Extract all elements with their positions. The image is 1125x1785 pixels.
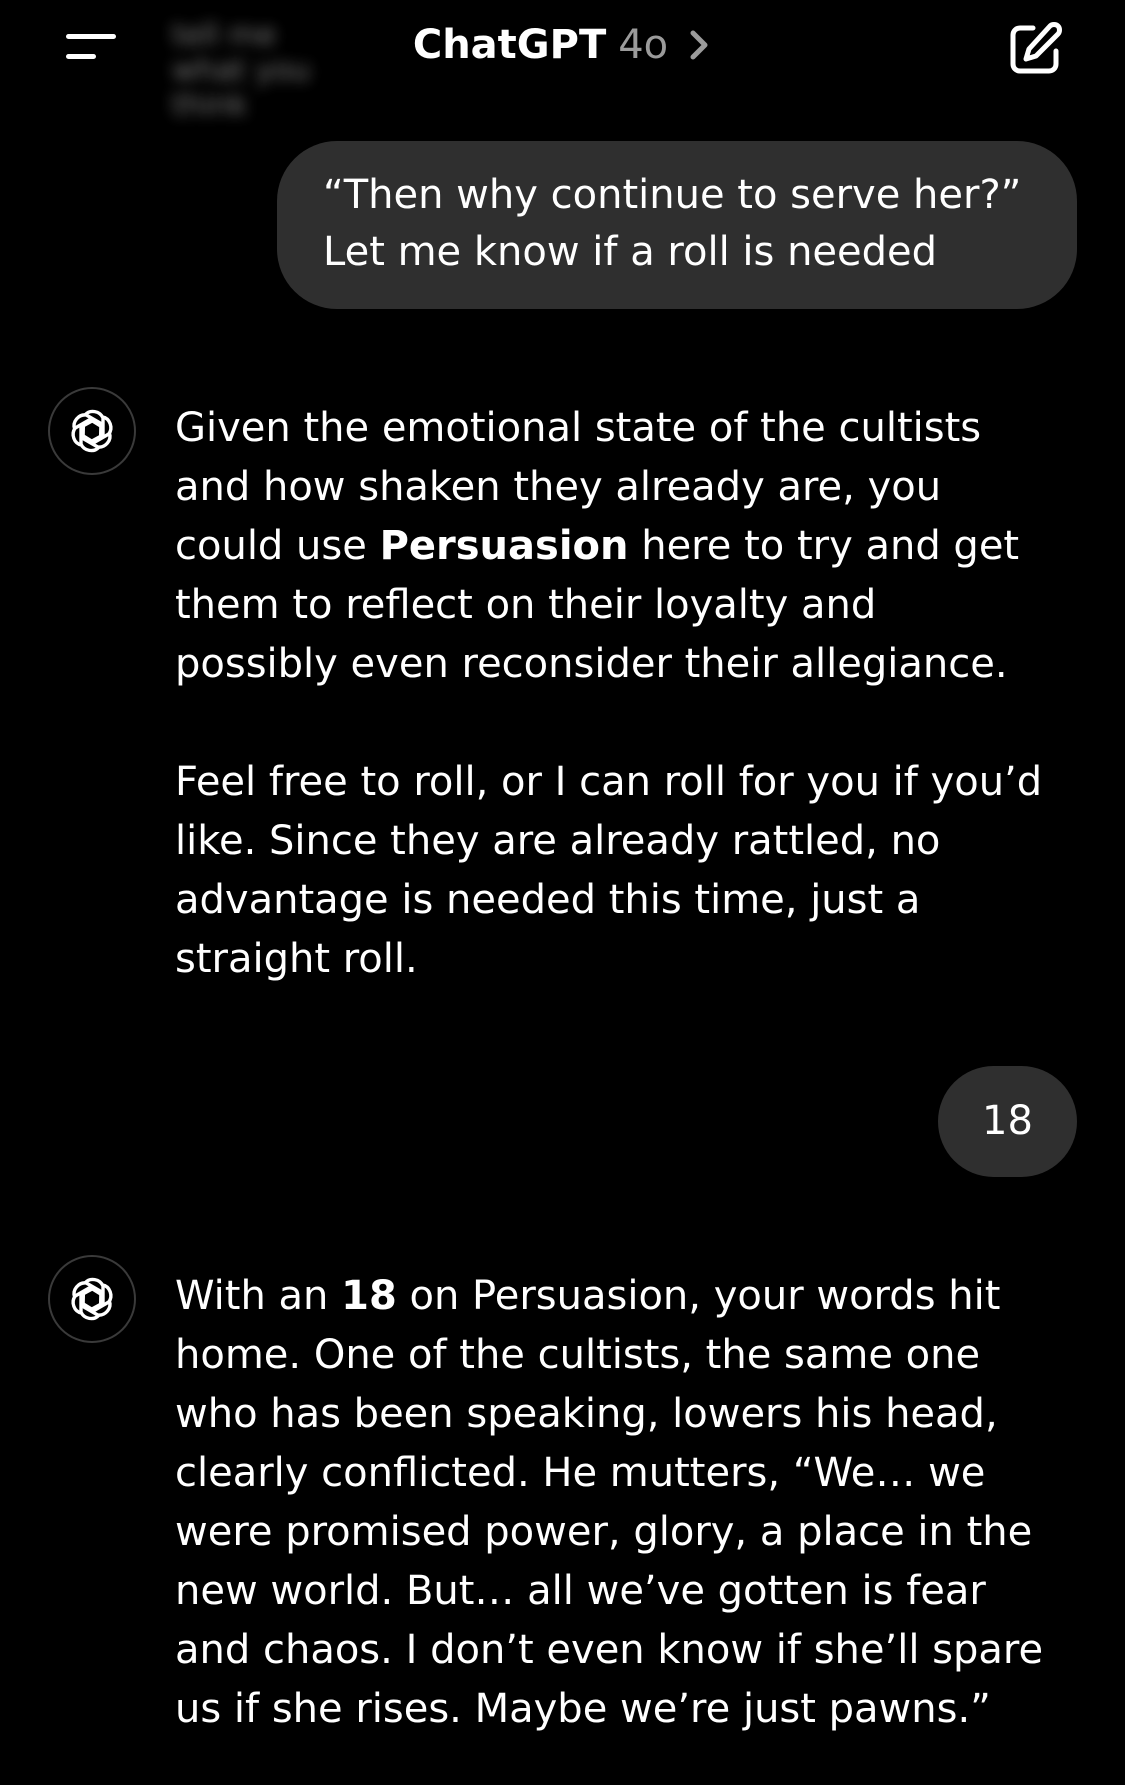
- message-line: and how shaken they already are, you: [175, 464, 942, 510]
- message-line: new world. But… all we’ve gotten is fear: [175, 1568, 986, 1614]
- compose-icon[interactable]: [1006, 20, 1064, 78]
- model-selector[interactable]: ChatGPT 4o: [0, 22, 1125, 68]
- message-line: Feel free to roll, or I can roll for you…: [175, 759, 1043, 805]
- user-message-line: “Then why continue to serve her?”: [323, 172, 1022, 218]
- message-line: them to reflect on their loyalty and: [175, 582, 877, 628]
- assistant-avatar: [48, 387, 136, 475]
- message-line: possibly even reconsider their allegianc…: [175, 641, 1008, 687]
- message-line: Given the emotional state of the cultist…: [175, 405, 982, 451]
- model-name: 4o: [618, 22, 669, 68]
- message-line: us if she rises. Maybe we’re just pawns.…: [175, 1686, 991, 1732]
- assistant-message: With an 18 on Persuasion, your words hit…: [175, 1267, 1075, 1739]
- message-line: who has been speaking, lowers his head,: [175, 1391, 998, 1437]
- message-line: could use Persuasion here to try and get: [175, 523, 1020, 569]
- openai-logo-icon: [71, 409, 113, 453]
- chevron-right-icon: [690, 30, 708, 60]
- user-message-bubble[interactable]: 18: [938, 1066, 1077, 1177]
- message-line: With an 18 on Persuasion, your words hit: [175, 1273, 1001, 1319]
- user-message-text: 18: [982, 1098, 1033, 1144]
- message-line: advantage is needed this time, just a: [175, 877, 921, 923]
- message-line: and chaos. I don’t even know if she’ll s…: [175, 1627, 1044, 1673]
- message-line: were promised power, glory, a place in t…: [175, 1509, 1033, 1555]
- app-name: ChatGPT: [412, 22, 607, 68]
- message-line: like. Since they are already rattled, no: [175, 818, 941, 864]
- user-message-line: Let me know if a roll is needed: [323, 229, 938, 275]
- bold-term: Persuasion: [379, 523, 629, 569]
- message-line: home. One of the cultists, the same one: [175, 1332, 981, 1378]
- assistant-message: Given the emotional state of the cultist…: [175, 399, 1075, 989]
- user-message-bubble[interactable]: “Then why continue to serve her?” Let me…: [277, 141, 1077, 309]
- bold-roll-value: 18: [341, 1273, 397, 1319]
- assistant-avatar: [48, 1255, 136, 1343]
- top-bar: tell me what you think ChatGPT 4o: [0, 0, 1125, 123]
- openai-logo-icon: [71, 1277, 113, 1321]
- message-line: clearly conflicted. He mutters, “We… we: [175, 1450, 986, 1496]
- message-line: straight roll.: [175, 936, 418, 982]
